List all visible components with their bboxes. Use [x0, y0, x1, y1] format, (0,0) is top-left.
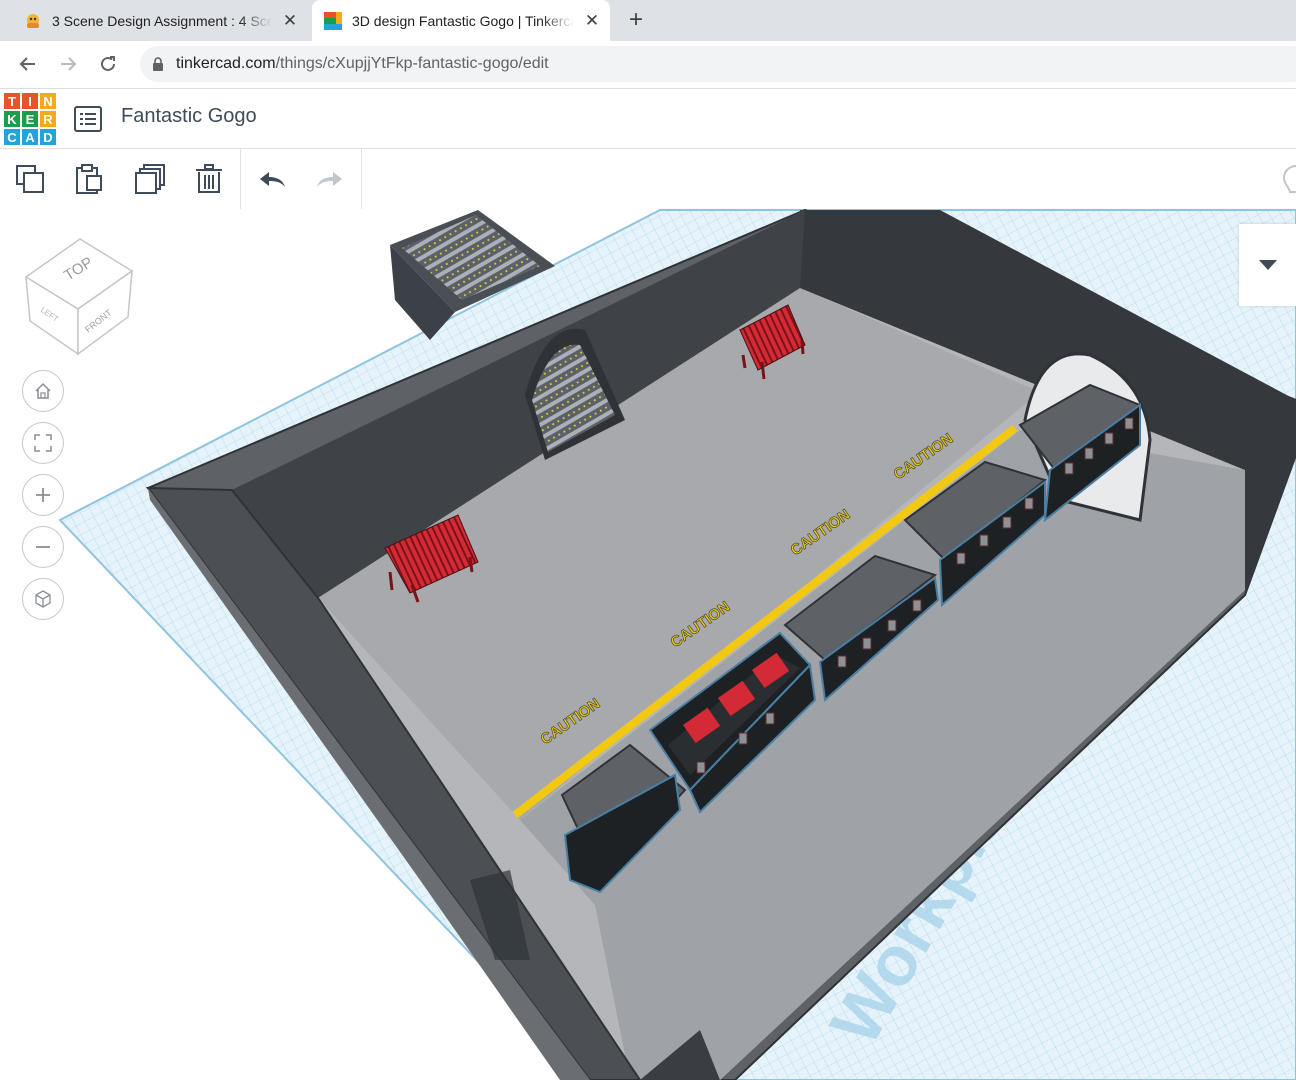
design-title[interactable]: Fantastic Gogo	[121, 105, 257, 128]
logo-letter: C	[3, 128, 21, 146]
url-text: tinkercad.com/things/cXupjjYtFkp-fantast…	[176, 55, 549, 72]
undo-icon[interactable]	[254, 161, 290, 197]
browser-tab-assignment[interactable]: 3 Scene Design Assignment : 4 Scene Desi…	[12, 0, 308, 41]
tab-title: 3 Scene Design Assignment : 4 Scene Desi…	[52, 12, 272, 29]
toolbar-divider	[361, 149, 362, 209]
workplane-viewport[interactable]: Workplane CAUTION	[0, 209, 1296, 1080]
zoom-out-icon[interactable]	[22, 526, 64, 568]
scene-3d[interactable]: Workplane CAUTION	[0, 209, 1296, 1080]
forward-icon[interactable]	[53, 49, 83, 79]
chevron-down-icon	[1258, 260, 1277, 270]
view-cube[interactable]: TOP FRONT LEFT	[20, 229, 140, 359]
lightbulb-icon[interactable]	[1278, 160, 1296, 200]
paste-icon[interactable]	[71, 161, 107, 197]
browser-tab-tinkercad[interactable]: 3D design Fantastic Gogo | Tinkercad ✕	[312, 0, 610, 41]
browser-tab-strip: 3 Scene Design Assignment : 4 Scene Desi…	[0, 0, 1296, 41]
design-menu-icon[interactable]	[72, 103, 104, 135]
logo-letter: R	[39, 110, 57, 128]
tinkercad-logo[interactable]: T I N K E R C A D	[3, 92, 57, 146]
logo-letter: D	[39, 128, 57, 146]
lock-icon	[153, 57, 163, 71]
redo-icon[interactable]	[312, 161, 348, 197]
fit-all-icon[interactable]	[22, 422, 64, 464]
duplicate-icon[interactable]	[132, 161, 168, 197]
address-bar[interactable]: tinkercad.com/things/cXupjjYtFkp-fantast…	[140, 46, 1296, 82]
logo-letter: N	[39, 92, 57, 110]
browser-toolbar: tinkercad.com/things/cXupjjYtFkp-fantast…	[0, 41, 1296, 89]
zoom-in-icon[interactable]	[22, 474, 64, 516]
plus-icon[interactable]: +	[622, 6, 650, 34]
copy-icon[interactable]	[12, 161, 48, 197]
projection-icon[interactable]	[22, 578, 64, 620]
logo-letter: A	[21, 128, 39, 146]
close-tab-icon[interactable]: ✕	[582, 11, 602, 31]
logo-letter: I	[21, 92, 39, 110]
logo-letter: T	[3, 92, 21, 110]
reload-icon[interactable]	[93, 49, 123, 79]
close-tab-icon[interactable]: ✕	[280, 11, 300, 31]
assignment-favicon	[27, 13, 39, 28]
toolbar-divider	[240, 149, 241, 209]
logo-letter: K	[3, 110, 21, 128]
logo-letter: E	[21, 110, 39, 128]
shape-panel-toggle[interactable]	[1239, 224, 1296, 306]
tinkercad-header: T I N K E R C A D Fantastic Gogo	[0, 89, 1296, 149]
tinkercad-favicon	[324, 11, 342, 30]
delete-icon[interactable]	[191, 161, 227, 197]
back-icon[interactable]	[13, 49, 43, 79]
edit-toolbar	[0, 149, 1296, 210]
home-icon[interactable]	[22, 370, 64, 412]
tab-title: 3D design Fantastic Gogo | Tinkercad	[352, 12, 574, 29]
